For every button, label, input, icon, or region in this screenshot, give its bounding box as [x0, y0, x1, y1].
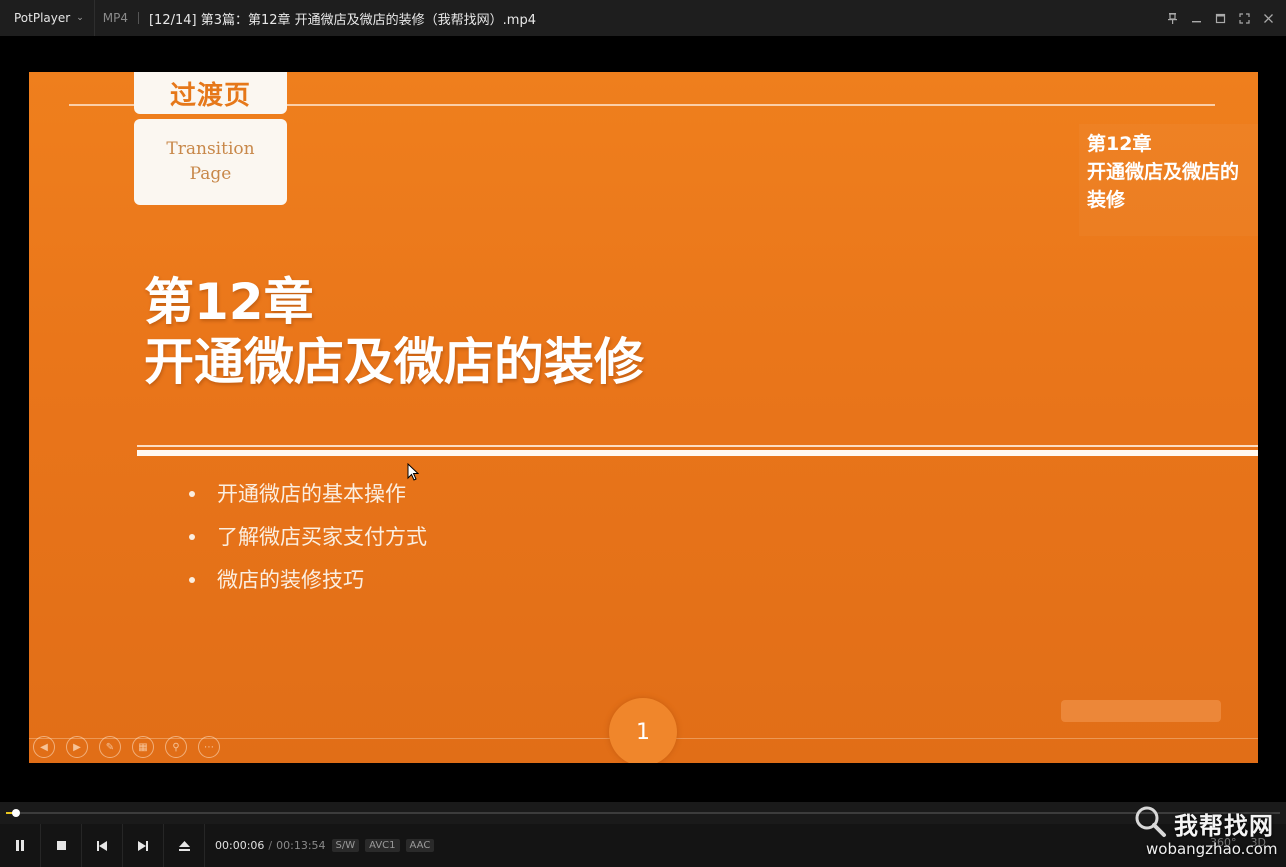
chapter-number: 第12章 [144, 273, 314, 331]
open-button[interactable] [164, 824, 205, 867]
divider-thick [137, 450, 1258, 456]
chapter-name: 开通微店及微店的装修 [144, 333, 644, 391]
bullet-text: 微店的装修技巧 [217, 567, 364, 592]
zoom-icon[interactable]: ⚲ [165, 736, 187, 758]
transition-tag: 过渡页 [134, 72, 287, 114]
pen-icon[interactable]: ✎ [99, 736, 121, 758]
page-number: 1 [609, 698, 677, 763]
pin-icon[interactable] [1162, 8, 1182, 28]
divider [137, 12, 139, 24]
more-options-icon[interactable]: ⋯ [198, 736, 220, 758]
slide: 过渡页 Transition Page 第12章 开通微店及微店的 装修 第12… [29, 72, 1258, 763]
tag-box-line1: Transition [166, 139, 255, 159]
magnifier-icon [1135, 806, 1166, 837]
tag-box-line2: Page [189, 164, 232, 184]
title-bar: PotPlayer ⌄ MP4 [12/14] 第3篇：第12章 开通微店及微店… [0, 0, 1286, 36]
next-slide-icon[interactable]: ▶ [66, 736, 88, 758]
bullet-dot-icon [189, 490, 195, 497]
seek-track[interactable] [6, 812, 1280, 814]
chapter-title: 第12章 开通微店及微店的装修 [144, 272, 644, 392]
corner-line3: 装修 [1087, 189, 1126, 211]
corner-chapter-title: 第12章 开通微店及微店的 装修 [1087, 130, 1239, 214]
previous-button[interactable] [82, 824, 123, 867]
corner-line1: 第12章 [1087, 133, 1152, 155]
blurred-label [1061, 700, 1221, 722]
seek-handle[interactable] [12, 809, 20, 817]
bullet-item: 开通微店的基本操作 [189, 472, 427, 515]
transition-page-box: Transition Page [134, 119, 287, 205]
slides-grid-icon[interactable]: ▦ [132, 736, 154, 758]
control-bar: 00:00:06/00:13:54 S/W AVC1 AAC 360° 3D [0, 824, 1286, 867]
stop-button[interactable] [41, 824, 82, 867]
minimize-icon[interactable] [1186, 8, 1206, 28]
maximize-icon[interactable] [1210, 8, 1230, 28]
close-icon[interactable] [1258, 8, 1278, 28]
total-time: 00:13:54 [276, 839, 326, 852]
window-controls [1162, 0, 1278, 36]
corner-line2: 开通微店及微店的 [1087, 161, 1240, 183]
bullet-item: 微店的装修技巧 [189, 558, 427, 601]
bullet-text: 了解微店买家支付方式 [217, 524, 427, 549]
video-area[interactable]: 过渡页 Transition Page 第12章 开通微店及微店的 装修 第12… [0, 36, 1286, 802]
slideshow-controls: ◀ ▶ ✎ ▦ ⚲ ⋯ [33, 736, 220, 758]
bullet-list: 开通微店的基本操作 了解微店买家支付方式 微店的装修技巧 [189, 472, 427, 601]
format-label: MP4 [102, 11, 128, 25]
pause-icon [16, 840, 24, 851]
eject-icon [178, 840, 190, 851]
current-time: 00:00:06 [215, 839, 265, 852]
chevron-down-icon: ⌄ [76, 13, 84, 23]
app-name: PotPlayer [14, 11, 71, 25]
watermark-url: wobangzhao.com [1146, 840, 1278, 858]
audio-codec-badge[interactable]: AAC [405, 839, 435, 852]
pause-button[interactable] [0, 824, 41, 867]
bullet-dot-icon [189, 576, 195, 583]
skip-back-icon [97, 840, 107, 851]
bullet-item: 了解微店买家支付方式 [189, 515, 427, 558]
divider-thin [137, 445, 1258, 447]
app-menu-button[interactable]: PotPlayer ⌄ [0, 0, 95, 36]
watermark-text: 我帮找网 [1174, 812, 1274, 840]
previous-slide-icon[interactable]: ◀ [33, 736, 55, 758]
skip-forward-icon [138, 840, 148, 851]
bullet-dot-icon [189, 533, 195, 540]
fullscreen-icon[interactable] [1234, 8, 1254, 28]
watermark: 我帮找网 wobangzhao.com [1128, 800, 1286, 867]
decoder-badge[interactable]: S/W [331, 839, 360, 852]
next-button[interactable] [123, 824, 164, 867]
seek-bar[interactable] [0, 802, 1286, 824]
time-display: 00:00:06/00:13:54 [215, 839, 326, 852]
mouse-cursor-icon [407, 463, 419, 481]
bullet-text: 开通微店的基本操作 [217, 481, 406, 506]
video-codec-badge[interactable]: AVC1 [365, 839, 400, 852]
stop-icon [56, 841, 66, 850]
file-title: [12/14] 第3篇：第12章 开通微店及微店的装修（我帮找网）.mp4 [148, 12, 536, 28]
